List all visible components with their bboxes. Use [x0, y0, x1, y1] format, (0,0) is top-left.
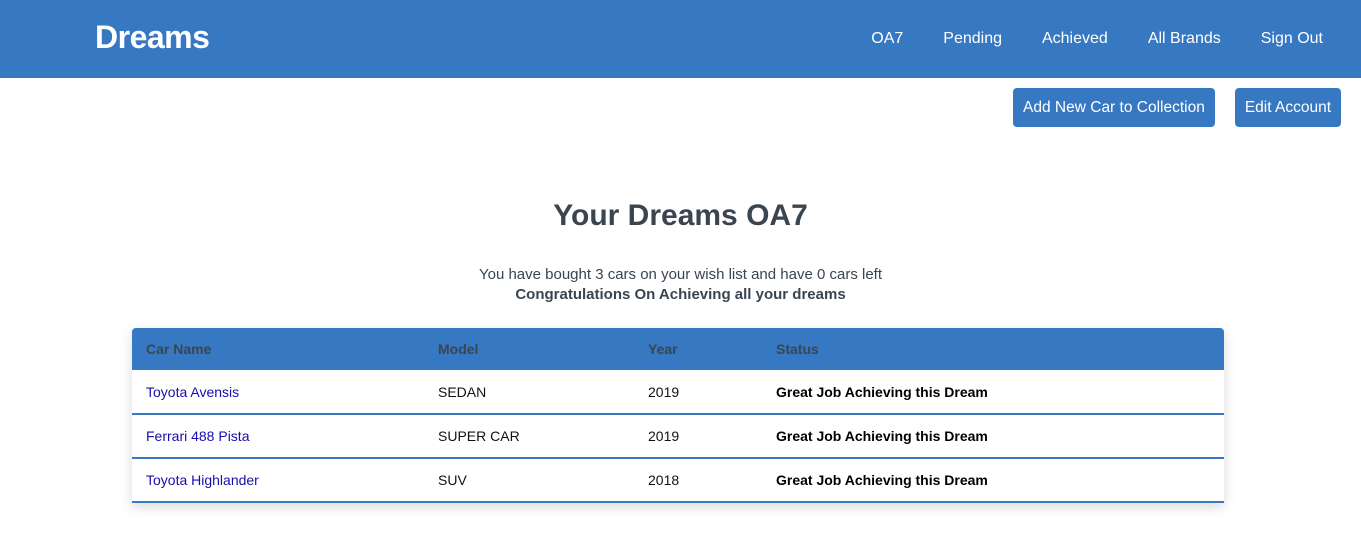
nav-link-user[interactable]: OA7	[851, 30, 923, 48]
table-header: Car Name Model Year Status	[132, 328, 1224, 370]
top-navbar: Dreams OA7 Pending Achieved All Brands S…	[0, 0, 1361, 78]
dreams-table-card: Car Name Model Year Status Toyota Avensi…	[132, 328, 1224, 503]
car-model-cell: SUPER CAR	[438, 428, 520, 444]
add-new-car-button[interactable]: Add New Car to Collection	[1013, 88, 1215, 127]
car-name-cell: Toyota Avensis	[132, 370, 424, 414]
car-status-cell: Great Job Achieving this Dream	[776, 428, 988, 444]
car-model-cell: SEDAN	[438, 383, 487, 400]
table-row: Toyota Highlander SUV 2018 Great Job Ach…	[132, 458, 1224, 502]
car-name-cell: Ferrari 488 Pista	[132, 414, 424, 458]
car-model-cell: SUV	[438, 472, 467, 488]
nav-links: OA7 Pending Achieved All Brands Sign Out	[851, 0, 1343, 78]
car-name-cell: Toyota Highlander	[132, 458, 424, 502]
car-year-cell: 2019	[648, 383, 680, 400]
header-year: Year	[648, 341, 678, 357]
dreams-table: Car Name Model Year Status Toyota Avensi…	[132, 328, 1224, 503]
nav-link-pending[interactable]: Pending	[923, 30, 1022, 48]
table-header-row: Car Name Model Year Status	[132, 328, 1224, 370]
car-year-cell: 2019	[648, 428, 680, 444]
car-name-link[interactable]: Toyota Avensis	[146, 384, 239, 400]
header-car-name: Car Name	[146, 341, 212, 357]
car-status-cell: Great Job Achieving this Dream	[776, 383, 988, 400]
action-bar: Add New Car to Collection Edit Account	[1013, 88, 1341, 127]
nav-link-all-brands[interactable]: All Brands	[1128, 30, 1241, 48]
page-title: Your Dreams OA7	[553, 199, 808, 232]
car-name-link[interactable]: Ferrari 488 Pista	[146, 428, 249, 444]
nav-link-achieved[interactable]: Achieved	[1022, 30, 1128, 48]
congrats-text: Congratulations On Achieving all your dr…	[515, 286, 846, 303]
header-model: Model	[438, 341, 479, 357]
table-row: Ferrari 488 Pista SUPER CAR 2019 Great J…	[132, 414, 1224, 458]
car-name-link[interactable]: Toyota Highlander	[146, 472, 259, 488]
edit-account-button[interactable]: Edit Account	[1234, 88, 1341, 127]
summary-block: You have bought 3 cars on your wish list…	[0, 265, 1361, 305]
brand-logo[interactable]: Dreams	[95, 17, 210, 57]
car-year-cell: 2018	[648, 472, 680, 488]
car-status-cell: Great Job Achieving this Dream	[776, 472, 988, 488]
nav-link-sign-out[interactable]: Sign Out	[1241, 30, 1343, 48]
table-body: Toyota Avensis SEDAN 2019 Great Job Achi…	[132, 370, 1224, 502]
table-row: Toyota Avensis SEDAN 2019 Great Job Achi…	[132, 370, 1224, 414]
header-status: Status	[776, 341, 819, 357]
summary-text: You have bought 3 cars on your wish list…	[478, 266, 883, 283]
